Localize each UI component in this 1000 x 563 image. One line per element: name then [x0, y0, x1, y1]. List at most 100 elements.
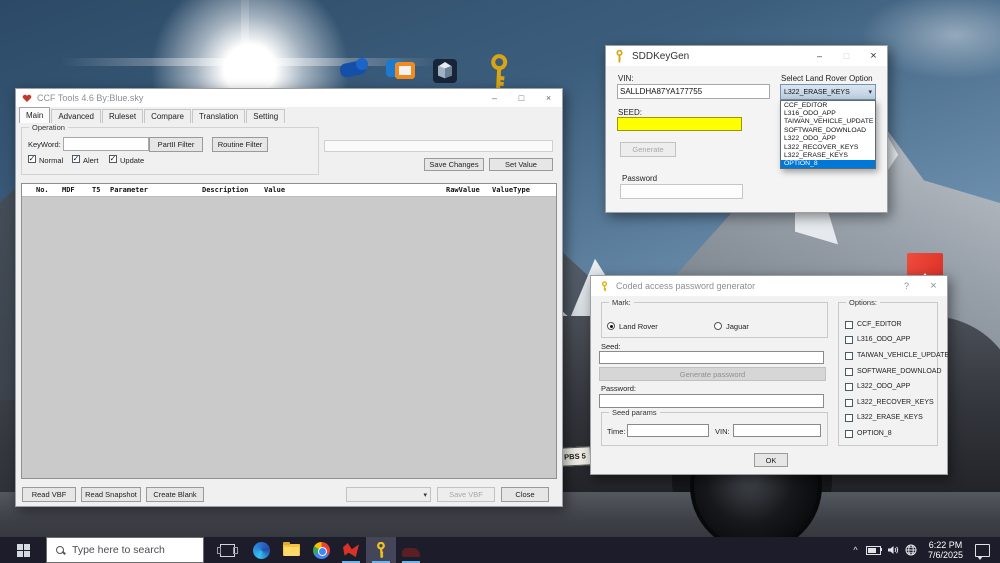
tab-compare[interactable]: Compare: [144, 109, 191, 123]
car-app-icon: [402, 547, 420, 557]
action-center-icon[interactable]: [975, 543, 990, 560]
create-blank-button[interactable]: Create Blank: [146, 487, 204, 502]
ok-button[interactable]: OK: [754, 453, 788, 467]
sddkeygen-window: SDDKeyGen – □ × VIN: Select Land Rover O…: [605, 45, 888, 213]
ccf-app-icon: [22, 94, 32, 102]
dropdown-option[interactable]: TAIWAN_VEHICLE_UPDATE: [781, 118, 875, 126]
update-checkbox[interactable]: ✓: [109, 155, 117, 163]
col-value[interactable]: Value: [264, 186, 446, 194]
key-taskbar-icon: [376, 541, 385, 558]
seed-params-label: Seed params: [609, 408, 660, 417]
col-t5[interactable]: T5: [92, 186, 110, 194]
chevron-down-icon: ▾: [868, 89, 872, 96]
pwdgen-help-button[interactable]: ?: [893, 276, 920, 296]
vin-input[interactable]: [617, 84, 770, 99]
generate-password-button: Generate password: [599, 367, 826, 381]
sdd-titlebar[interactable]: SDDKeyGen – □ ×: [606, 46, 887, 66]
routine-filter-button[interactable]: Routine Filter: [212, 137, 268, 152]
tab-main[interactable]: Main: [19, 107, 51, 123]
time-input[interactable]: [627, 424, 709, 437]
option-l322-erase-checkbox[interactable]: [845, 414, 853, 422]
option-option8-checkbox[interactable]: [845, 430, 853, 438]
pwdgen-window-title: Coded access password generator: [616, 281, 756, 291]
battery-icon[interactable]: [865, 545, 883, 555]
col-valuetype[interactable]: ValueType: [492, 186, 556, 194]
option-l322-odo-checkbox[interactable]: [845, 383, 853, 391]
pwdgen-vin-input[interactable]: [733, 424, 821, 437]
taskbar-file-explorer[interactable]: [276, 537, 306, 563]
password-generator-window: Coded access password generator ? × Mark…: [590, 275, 949, 475]
sdd-window-title: SDDKeyGen: [632, 50, 690, 62]
normal-checkbox[interactable]: ✓: [28, 155, 36, 163]
ccf-titlebar[interactable]: CCF Tools 4.6 By:Blue.sky – □ ×: [16, 89, 562, 107]
option-software-download-checkbox[interactable]: [845, 368, 853, 376]
read-snapshot-button[interactable]: Read Snapshot: [81, 487, 141, 502]
start-button[interactable]: [0, 537, 46, 563]
tab-translation[interactable]: Translation: [191, 109, 246, 123]
ccf-close-button[interactable]: ×: [535, 89, 562, 107]
dropdown-option[interactable]: L322_RECOVER_KEYS: [781, 143, 875, 151]
hidden-icons-chevron[interactable]: ^: [848, 545, 863, 555]
set-value-button[interactable]: Set Value: [489, 158, 553, 171]
col-parameter[interactable]: Parameter: [110, 186, 202, 194]
speaker-icon[interactable]: [887, 544, 899, 556]
network-globe-icon[interactable]: [905, 544, 917, 556]
tab-setting[interactable]: Setting: [246, 109, 286, 123]
combobox-selected-value: L322_ERASE_KEYS: [784, 88, 850, 96]
search-icon: [56, 545, 65, 555]
workstation-icon-orange: [395, 62, 415, 79]
taskbar-ccf-tools[interactable]: [336, 537, 366, 563]
dropdown-option[interactable]: L322_ODO_APP: [781, 135, 875, 143]
edge-icon: [252, 541, 270, 559]
option-l322-recover-checkbox[interactable]: [845, 399, 853, 407]
pwdgen-titlebar[interactable]: Coded access password generator ? ×: [591, 276, 947, 296]
taskbar-sddkeygen[interactable]: [366, 537, 396, 563]
tab-advanced[interactable]: Advanced: [51, 109, 101, 123]
option-ccf-editor-checkbox[interactable]: [845, 321, 853, 329]
dropdown-option[interactable]: SOFTWARE_DOWNLOAD: [781, 126, 875, 134]
chrome-icon: [312, 541, 330, 559]
table-header-row: No. MDF T5 Parameter Description Value R…: [22, 184, 556, 197]
option-l316-odo-checkbox[interactable]: [845, 336, 853, 344]
option-label: L322_ODO_APP: [857, 383, 911, 390]
land-rover-option-combobox[interactable]: L322_ERASE_KEYS ▾: [780, 84, 876, 100]
system-tray: ^ 6:22 PM 7/6/2025: [848, 537, 1000, 563]
taskbar-chrome[interactable]: [306, 537, 336, 563]
seed-label: SEED:: [618, 108, 643, 117]
ccf-data-table[interactable]: No. MDF T5 Parameter Description Value R…: [21, 183, 557, 479]
col-no[interactable]: No.: [36, 186, 62, 194]
ccf-maximize-button[interactable]: □: [508, 89, 535, 107]
save-changes-button[interactable]: Save Changes: [424, 158, 484, 171]
seed-input[interactable]: [617, 117, 742, 131]
col-description[interactable]: Description: [202, 186, 264, 194]
option-label: L316_ODO_APP: [857, 336, 911, 343]
ccf-minimize-button[interactable]: –: [481, 89, 508, 107]
taskbar-search[interactable]: Type here to search: [46, 537, 204, 563]
partii-filter-button[interactable]: PartII Filter: [149, 137, 203, 152]
dropdown-option[interactable]: CCF_EDITOR: [781, 101, 875, 109]
vmware-tools-icon-part: [356, 58, 368, 70]
sdd-close-button[interactable]: ×: [860, 46, 887, 66]
taskbar-edge[interactable]: [246, 537, 276, 563]
dropdown-option[interactable]: L322_ERASE_KEYS: [781, 151, 875, 159]
task-view-button[interactable]: [212, 537, 242, 563]
land-rover-option-label: Select Land Rover Option: [781, 74, 873, 83]
close-button[interactable]: Close: [501, 487, 549, 502]
pwdgen-close-button[interactable]: ×: [920, 276, 947, 296]
jaguar-radio[interactable]: [714, 322, 722, 330]
desktop-icon-keygen[interactable]: [478, 52, 518, 92]
keyword-input[interactable]: [63, 137, 149, 151]
read-vbf-button[interactable]: Read VBF: [22, 487, 76, 502]
alert-checkbox[interactable]: ✓: [72, 155, 80, 163]
dropdown-option[interactable]: L316_ODO_APP: [781, 109, 875, 117]
land-rover-radio[interactable]: [607, 322, 615, 330]
dropdown-option-highlighted[interactable]: OPTION_8: [781, 159, 875, 169]
pwdgen-seed-input[interactable]: [599, 351, 824, 364]
col-mdf[interactable]: MDF: [62, 186, 92, 194]
taskbar-dark-app[interactable]: [396, 537, 426, 563]
option-taiwan-update-checkbox[interactable]: [845, 352, 853, 360]
taskbar-clock[interactable]: 6:22 PM 7/6/2025: [928, 540, 963, 561]
sdd-minimize-button[interactable]: –: [806, 46, 833, 66]
col-rawvalue[interactable]: RawValue: [446, 186, 492, 194]
tab-ruleset[interactable]: Ruleset: [101, 109, 144, 123]
